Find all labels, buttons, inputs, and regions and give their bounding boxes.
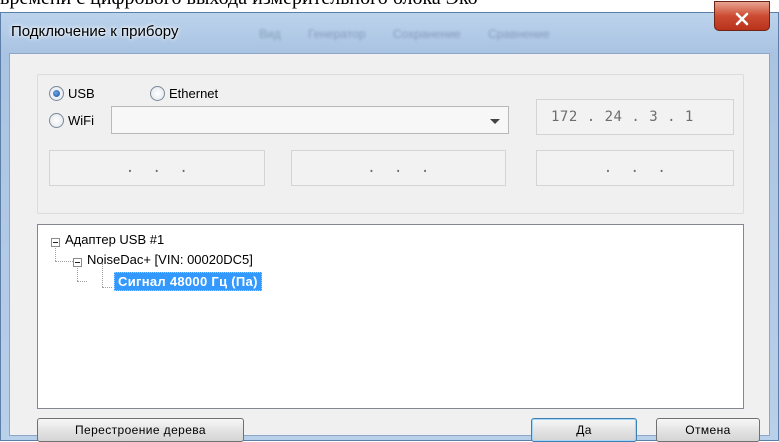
- chevron-down-icon: [490, 119, 500, 124]
- connection-settings-panel: USB Ethernet WiFi 172 . 24 . 3 . 1 . . .…: [37, 74, 744, 214]
- background-menu: Вид Генератор Сохранение Сравнение: [259, 27, 574, 41]
- radio-selected-icon: [49, 86, 64, 101]
- dialog-client-area: USB Ethernet WiFi 172 . 24 . 3 . 1 . . .…: [9, 53, 770, 442]
- dialog-title: Подключение к прибору: [11, 23, 179, 40]
- tree-connector: [77, 281, 87, 282]
- ghost-menu-item: Вид: [259, 27, 281, 41]
- close-button[interactable]: [714, 1, 770, 31]
- tree-connector: [102, 287, 112, 288]
- tree-node-signal[interactable]: Сигнал 48000 Гц (Па): [114, 272, 262, 291]
- ghost-menu-item: Сохранение: [392, 27, 461, 41]
- device-tree[interactable]: Адаптер USB #1 NoiseDac+ [VIN: 00020DC5]…: [37, 224, 744, 409]
- ip-address-field-1[interactable]: . . .: [49, 150, 265, 186]
- radio-unselected-icon: [49, 113, 64, 128]
- connect-dialog: Подключение к прибору Вид Генератор Сохр…: [0, 1, 779, 442]
- rebuild-tree-button[interactable]: Перестроение дерева: [37, 418, 244, 442]
- ghost-menu-item: Сравнение: [488, 27, 550, 41]
- background-document-text: времени с цифрового выхода измерительног…: [0, 0, 779, 10]
- wifi-network-select[interactable]: [111, 106, 509, 134]
- usb-radio[interactable]: USB: [49, 86, 95, 101]
- cancel-button[interactable]: Отмена: [656, 418, 760, 442]
- ip-address-field-2[interactable]: . . .: [291, 150, 506, 186]
- ethernet-radio-label: Ethernet: [169, 86, 219, 101]
- tree-node-device[interactable]: NoiseDac+ [VIN: 00020DC5]: [87, 252, 253, 267]
- ghost-menu-item: Генератор: [308, 27, 366, 41]
- ok-button[interactable]: Да: [531, 418, 637, 442]
- close-icon: [735, 12, 749, 26]
- title-bar[interactable]: Подключение к прибору Вид Генератор Сохр…: [1, 1, 778, 55]
- collapse-icon[interactable]: [73, 258, 82, 267]
- tree-node-adapter[interactable]: Адаптер USB #1: [65, 232, 164, 247]
- wifi-radio-label: WiFi: [68, 113, 94, 128]
- ip-address-field[interactable]: 172 . 24 . 3 . 1: [536, 99, 734, 135]
- collapse-icon[interactable]: [51, 238, 60, 247]
- ip-address-field-3[interactable]: . . .: [536, 150, 734, 186]
- wifi-radio[interactable]: WiFi: [49, 113, 94, 128]
- radio-unselected-icon: [150, 86, 165, 101]
- usb-radio-label: USB: [68, 86, 95, 101]
- ethernet-radio[interactable]: Ethernet: [150, 86, 218, 101]
